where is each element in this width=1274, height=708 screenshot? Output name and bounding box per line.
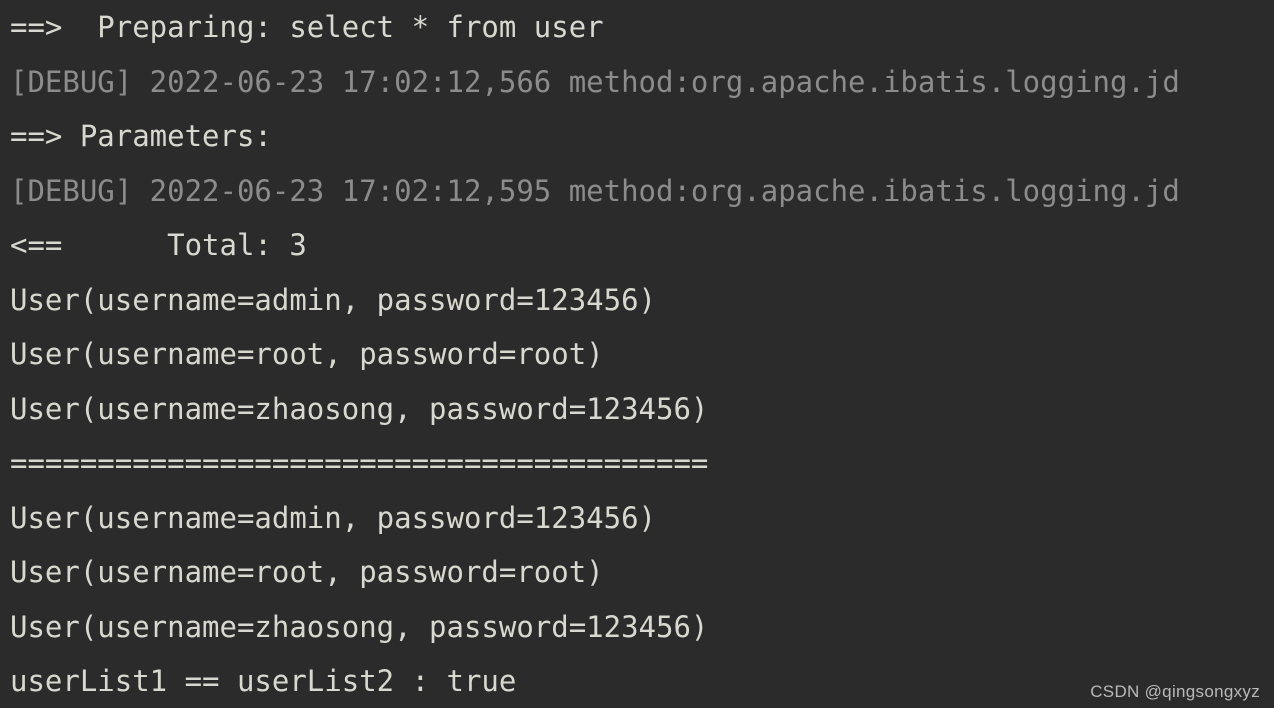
console-line-9: ======================================== xyxy=(10,446,709,480)
console-line-8: User(username=zhaosong, password=123456) xyxy=(10,391,709,426)
console-line-13: userList1 == userList2 : true xyxy=(10,664,517,698)
console-line-7: User(username=root, password=root) xyxy=(10,337,604,371)
console-line-6: User(username=admin, password=123456) xyxy=(10,282,657,317)
console-line-2: [DEBUG] 2022-06-23 17:02:12,566 method:o… xyxy=(10,64,1180,99)
console-line-10: User(username=admin, password=123456) xyxy=(10,500,657,535)
console-line-5: <== Total: 3 xyxy=(10,228,307,262)
console-output-panel[interactable]: ==> Preparing: select * from user [DEBUG… xyxy=(0,0,1274,708)
csdn-watermark: CSDN @qingsongxyz xyxy=(1090,682,1260,701)
console-line-1: ==> Preparing: select * from user xyxy=(10,10,604,44)
console-line-3: ==> Parameters: xyxy=(10,119,272,153)
console-line-4: [DEBUG] 2022-06-23 17:02:12,595 method:o… xyxy=(10,173,1180,208)
console-line-11: User(username=root, password=root) xyxy=(10,555,604,589)
console-line-12: User(username=zhaosong, password=123456) xyxy=(10,609,709,644)
